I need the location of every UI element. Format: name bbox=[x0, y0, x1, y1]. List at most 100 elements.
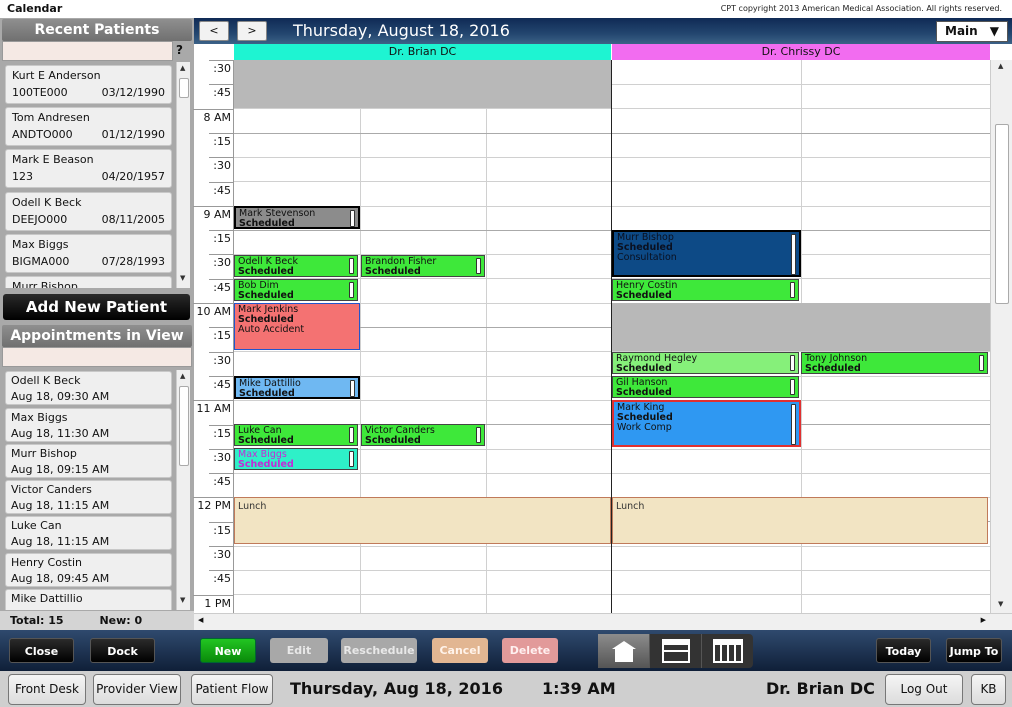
jump-to-button[interactable]: Jump To bbox=[946, 638, 1002, 663]
appointment-block[interactable]: Raymond Hegley Scheduled bbox=[612, 352, 799, 374]
appointment-block[interactable]: Victor Canders Scheduled bbox=[361, 424, 485, 446]
appointments-search-input[interactable] bbox=[2, 347, 192, 367]
scroll-thumb[interactable] bbox=[179, 78, 189, 98]
next-day-button[interactable]: > bbox=[237, 21, 267, 41]
scroll-thumb[interactable] bbox=[179, 386, 189, 466]
appointment-block[interactable]: Murr Bishop Scheduled Consultation bbox=[612, 230, 801, 277]
scroll-up-icon[interactable]: ▲ bbox=[180, 372, 185, 380]
patient-card[interactable]: Kurt E Anderson 100TE000 03/12/1990 bbox=[5, 65, 172, 104]
appointment-time: Aug 18, 09:30 AM bbox=[11, 390, 110, 403]
list-view-icon[interactable] bbox=[650, 634, 702, 668]
appointment-list-item[interactable]: Luke Can Aug 18, 11:15 AM bbox=[5, 516, 172, 550]
scroll-down-icon[interactable]: ▼ bbox=[180, 274, 185, 282]
add-new-patient-button[interactable]: Add New Patient bbox=[3, 294, 190, 320]
patient-flow-button[interactable]: Patient Flow bbox=[191, 674, 273, 705]
appointment-block[interactable]: Bob Dim Scheduled bbox=[234, 279, 358, 301]
today-button[interactable]: Today bbox=[876, 638, 931, 663]
reschedule-button[interactable]: Reschedule bbox=[341, 638, 417, 663]
time-tick bbox=[209, 133, 233, 134]
appointment-block[interactable]: Henry Costin Scheduled bbox=[612, 279, 799, 301]
appointment-block[interactable]: Max Biggs Scheduled bbox=[234, 448, 358, 470]
dock-button[interactable]: Dock bbox=[90, 638, 155, 663]
calendar-vertical-scrollbar[interactable]: ▲ ▼ bbox=[990, 60, 1012, 613]
grid-row-line bbox=[234, 108, 990, 109]
patient-id: DEEJO000 bbox=[12, 213, 68, 226]
copyright-notice: CPT copyright 2013 American Medical Asso… bbox=[720, 4, 1002, 13]
appointment-block[interactable]: Mark King Scheduled Work Comp bbox=[612, 400, 801, 447]
provider-column-chrissy[interactable]: Dr. Chrissy DC bbox=[612, 44, 990, 60]
appointment-block[interactable]: Gil Hanson Scheduled bbox=[612, 376, 799, 398]
appointment-list-item[interactable]: Victor Canders Aug 18, 11:15 AM bbox=[5, 480, 172, 514]
time-label: :45 bbox=[213, 86, 231, 99]
prev-day-button[interactable]: < bbox=[199, 21, 229, 41]
patient-card[interactable]: Max Biggs BIGMA000 07/28/1993 bbox=[5, 234, 172, 273]
calendar-header: < > Thursday, August 18, 2016 Main ▼ bbox=[194, 18, 1012, 44]
time-tick bbox=[209, 327, 233, 328]
grid-row-line bbox=[234, 546, 990, 547]
patient-name: Tom Andresen bbox=[12, 111, 90, 124]
appointment-list-item[interactable]: Mike Dattillio bbox=[5, 589, 172, 610]
time-label: :30 bbox=[213, 451, 231, 464]
appointment-block[interactable]: Brandon Fisher Scheduled bbox=[361, 255, 485, 277]
provider-separator bbox=[611, 60, 612, 613]
new-button[interactable]: New bbox=[200, 638, 256, 663]
delete-button[interactable]: Delete bbox=[502, 638, 558, 663]
time-tick bbox=[209, 473, 233, 474]
lunch-block[interactable]: Lunch bbox=[612, 497, 988, 544]
time-tick bbox=[209, 522, 233, 523]
appointment-list-item[interactable]: Henry Costin Aug 18, 09:45 AM bbox=[5, 553, 172, 587]
patient-id: ANDTO000 bbox=[12, 128, 73, 141]
scroll-left-icon[interactable]: ◀ bbox=[198, 616, 203, 624]
provider-column-brian[interactable]: Dr. Brian DC bbox=[234, 44, 611, 60]
time-label: :15 bbox=[213, 135, 231, 148]
appointment-block[interactable]: Mark Jenkins Scheduled Auto Accident bbox=[234, 303, 360, 350]
grid-row-line bbox=[234, 594, 990, 595]
day-view-icon[interactable] bbox=[598, 634, 650, 668]
grid-row-line bbox=[234, 133, 990, 134]
time-tick bbox=[209, 352, 233, 353]
patient-card[interactable]: Odell K Beck DEEJO000 08/11/2005 bbox=[5, 192, 172, 231]
recent-patients-search-input[interactable] bbox=[2, 41, 173, 61]
blocked-time bbox=[612, 303, 990, 351]
patient-card[interactable]: Mark E Beason 123 04/20/1957 bbox=[5, 149, 172, 188]
appointment-patient: Murr Bishop bbox=[11, 447, 77, 460]
time-tick bbox=[193, 497, 233, 498]
calendar-horizontal-scrollbar[interactable]: ◀ ▶ bbox=[194, 613, 1012, 630]
appointment-list-item[interactable]: Murr Bishop Aug 18, 09:15 AM bbox=[5, 444, 172, 478]
view-select[interactable]: Main ▼ bbox=[936, 21, 1008, 42]
total-count: Total: 15 bbox=[10, 614, 64, 627]
schedule-grid[interactable]: Mark Stevenson Scheduled Odell K Beck Sche… bbox=[234, 60, 990, 613]
recent-patients-scrollbar[interactable]: ▲ ▼ bbox=[176, 62, 190, 288]
time-label: :30 bbox=[213, 256, 231, 269]
time-label: :30 bbox=[213, 354, 231, 367]
patient-card[interactable]: Murr Bishop bbox=[5, 276, 172, 288]
appointments-scrollbar[interactable]: ▲ ▼ bbox=[176, 370, 190, 610]
appointment-list-item[interactable]: Max Biggs Aug 18, 11:30 AM bbox=[5, 408, 172, 442]
scroll-up-icon[interactable]: ▲ bbox=[998, 62, 1003, 70]
help-icon[interactable]: ? bbox=[176, 43, 183, 57]
appointment-list-item[interactable]: Odell K Beck Aug 18, 09:30 AM bbox=[5, 371, 172, 405]
scroll-up-icon[interactable]: ▲ bbox=[180, 64, 185, 72]
log-out-button[interactable]: Log Out bbox=[885, 674, 963, 705]
close-button[interactable]: Close bbox=[9, 638, 74, 663]
appointment-block[interactable]: Mike Dattillio Scheduled bbox=[234, 376, 360, 399]
time-label: :45 bbox=[213, 184, 231, 197]
week-view-icon[interactable] bbox=[702, 634, 753, 668]
appointment-block[interactable]: Luke Can Scheduled bbox=[234, 424, 358, 446]
appointment-block[interactable]: Mark Stevenson Scheduled bbox=[234, 206, 360, 229]
patient-id: 100TE000 bbox=[12, 86, 68, 99]
scroll-right-icon[interactable]: ▶ bbox=[981, 616, 986, 624]
scroll-down-icon[interactable]: ▼ bbox=[998, 600, 1003, 608]
appointment-block[interactable]: Tony Johnson Scheduled bbox=[801, 352, 988, 374]
cancel-button[interactable]: Cancel bbox=[432, 638, 488, 663]
provider-view-button[interactable]: Provider View bbox=[93, 674, 181, 705]
scroll-thumb[interactable] bbox=[995, 124, 1009, 304]
patient-card[interactable]: Tom Andresen ANDTO000 01/12/1990 bbox=[5, 107, 172, 146]
scroll-down-icon[interactable]: ▼ bbox=[180, 596, 185, 604]
lunch-block[interactable]: Lunch bbox=[234, 497, 611, 544]
time-label: 1 PM bbox=[204, 597, 231, 610]
appointment-block[interactable]: Odell K Beck Scheduled bbox=[234, 255, 358, 277]
user-button[interactable]: KB bbox=[971, 674, 1006, 705]
edit-button[interactable]: Edit bbox=[270, 638, 328, 663]
front-desk-button[interactable]: Front Desk bbox=[8, 674, 86, 705]
